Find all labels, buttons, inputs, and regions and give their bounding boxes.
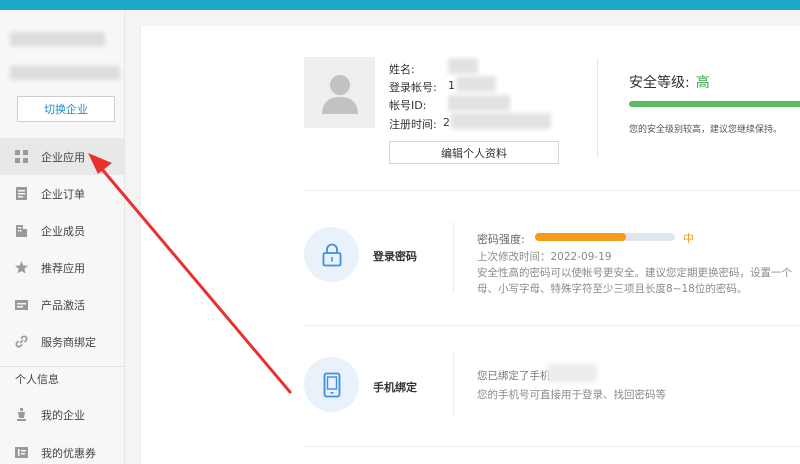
blurred-phone-number: [547, 364, 597, 382]
password-strength-label: 密码强度:: [477, 233, 525, 246]
avatar: [304, 57, 375, 128]
password-strength-track: [535, 233, 675, 241]
sidebar-item-label: 产品激活: [41, 298, 85, 312]
sidebar-item-label: 我的优惠券: [41, 446, 96, 460]
account-value-visible: 1: [448, 79, 455, 92]
phone-description: 您的手机号可直接用于登录、找回密码等: [477, 389, 666, 401]
sidebar-item-label: 推荐应用: [41, 261, 85, 275]
phone-bound-text: 您已绑定了手机: [477, 370, 551, 382]
password-lock-circle: [304, 227, 359, 282]
security-level-note: 您的安全级别较高，建议您继续保持。: [629, 125, 783, 135]
phone-row-divider: [453, 352, 454, 417]
coupon-icon: [15, 446, 28, 459]
top-bar: [0, 0, 800, 10]
password-strength-fill: [535, 233, 626, 241]
trophy-icon: [15, 408, 28, 421]
star-icon: [15, 261, 28, 274]
sidebar-item-product-activation[interactable]: 产品激活: [0, 286, 125, 323]
password-tip-line2: 母、小写字母、特殊字符至少三项且长度8~18位的密码。: [477, 283, 748, 295]
phone-binding-title: 手机绑定: [373, 381, 417, 394]
security-level-label: 安全等级:: [629, 75, 690, 91]
sidebar-item-recommended-apps[interactable]: 推荐应用: [0, 249, 125, 286]
building-icon: [15, 224, 28, 237]
mobile-phone-icon: [323, 372, 340, 397]
apps-grid-icon: [15, 150, 28, 163]
sidebar-item-my-enterprise[interactable]: 我的企业: [0, 396, 125, 433]
sidebar-item-my-coupons[interactable]: 我的优惠券: [0, 434, 125, 464]
blurred-company-name: [10, 32, 105, 46]
card-icon: [15, 298, 28, 311]
sidebar-item-label: 企业应用: [41, 150, 85, 164]
sidebar-item-label: 企业成员: [41, 224, 85, 238]
sidebar: 切换企业 企业应用 企业订单 企业成员 推荐应用 产品激活 服务商绑定 个人信息…: [0, 10, 125, 464]
edit-profile-button[interactable]: 编辑个人资料: [389, 141, 559, 164]
switch-enterprise-button[interactable]: 切换企业: [17, 96, 115, 122]
sidebar-item-provider-binding[interactable]: 服务商绑定: [0, 323, 125, 360]
sidebar-item-enterprise-orders[interactable]: 企业订单: [0, 175, 125, 212]
user-silhouette-icon: [321, 74, 358, 114]
sidebar-item-enterprise-apps[interactable]: 企业应用: [0, 138, 125, 175]
login-password-title: 登录密码: [373, 250, 417, 263]
security-level-title: 安全等级: 高: [629, 72, 710, 92]
blurred-name-value: [448, 58, 478, 74]
profile-divider: [597, 58, 598, 158]
password-last-modified: 上次修改时间：2022-09-19: [477, 251, 612, 263]
blurred-account-value: [456, 76, 496, 92]
link-icon: [15, 335, 28, 348]
password-strength-level: 中: [683, 232, 694, 245]
sidebar-divider: [0, 366, 125, 367]
password-tip-line1: 安全性高的密码可以使帐号更安全。建议您定期更换密码，设置一个: [477, 267, 792, 279]
sidebar-item-label: 我的企业: [41, 408, 85, 422]
security-level-value: 高: [695, 75, 710, 91]
lock-icon: [322, 243, 341, 266]
sidebar-item-enterprise-members[interactable]: 企业成员: [0, 212, 125, 249]
phone-circle: [304, 357, 359, 412]
blurred-register-time-value: [451, 113, 551, 129]
sidebar-item-label: 服务商绑定: [41, 335, 96, 349]
register-time-visible: 2: [443, 116, 450, 129]
section-divider: [304, 446, 800, 447]
sidebar-item-label: 企业订单: [41, 187, 85, 201]
order-doc-icon: [15, 187, 28, 200]
personal-info-header: 个人信息: [15, 373, 59, 386]
blurred-account-id-value: [448, 95, 510, 111]
register-time-label: 注册时间:: [389, 118, 437, 131]
name-label: 姓名:: [389, 63, 415, 76]
account-label: 登录帐号:: [389, 81, 437, 94]
blurred-company-detail: [10, 66, 120, 80]
account-id-label: 帐号ID:: [389, 99, 427, 112]
section-divider: [304, 325, 800, 326]
password-row-divider: [453, 222, 454, 292]
section-divider: [304, 190, 800, 191]
security-level-bar: [629, 101, 800, 107]
